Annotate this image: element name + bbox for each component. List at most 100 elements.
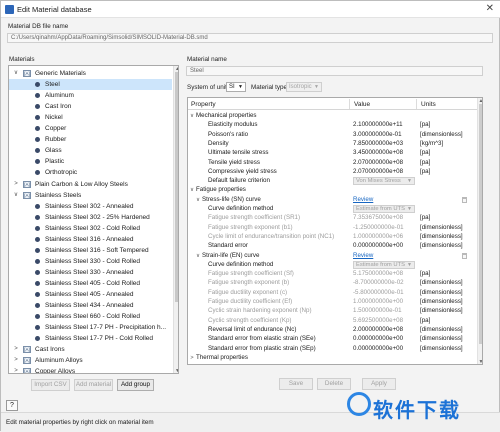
property-select[interactable]: Estimate from UTS ▼ bbox=[353, 260, 415, 269]
tree-item[interactable]: Cast Iron bbox=[9, 101, 172, 112]
tree-group[interactable]: ∨ [A] Generic Materials bbox=[9, 68, 172, 79]
review-link[interactable]: Review bbox=[353, 196, 373, 204]
property-value[interactable]: 7.353675000e+08 bbox=[353, 214, 403, 222]
review-link[interactable]: Review bbox=[353, 252, 373, 260]
add-group-button[interactable]: Add group bbox=[117, 379, 154, 391]
tree-item[interactable]: Glass bbox=[9, 145, 172, 156]
property-value[interactable]: 2.070000000e+08 bbox=[353, 159, 403, 167]
tree-group[interactable]: > [A] Aluminum Alloys bbox=[9, 355, 172, 366]
tree-item[interactable]: Stainless Steel 330 - Cold Rolled bbox=[9, 256, 172, 267]
property-value[interactable]: 0.000000000e+00 bbox=[353, 345, 403, 353]
property-row[interactable]: Fatigue ductility exponent (c) -5.8000000… bbox=[188, 289, 478, 297]
save-button[interactable]: Save bbox=[279, 378, 313, 390]
add-material-button[interactable]: Add material bbox=[74, 379, 113, 391]
material-name-field[interactable]: Steel bbox=[186, 66, 483, 76]
property-row[interactable]: Fatigue strength coefficient (Sf) 5.17500… bbox=[188, 270, 478, 278]
apply-button[interactable]: Apply bbox=[362, 378, 396, 390]
tree-item[interactable]: Stainless Steel 405 - Annealed bbox=[9, 289, 172, 300]
property-value[interactable]: 3.000000000e-01 bbox=[353, 131, 402, 139]
tree-group[interactable]: > [A] Plain Carbon & Low Alloy Steels bbox=[9, 179, 172, 190]
tree-item[interactable]: Copper bbox=[9, 123, 172, 134]
property-row[interactable]: > Thermal properties bbox=[188, 354, 478, 362]
property-value[interactable]: 2.000000000e+08 bbox=[353, 326, 403, 334]
property-row[interactable]: Standard error from elastic strain (SEe)… bbox=[188, 335, 478, 343]
close-icon[interactable]: ✕ bbox=[486, 3, 494, 14]
property-value[interactable]: 1.000000000e+00 bbox=[353, 298, 403, 306]
column-divider[interactable] bbox=[349, 99, 350, 109]
property-row[interactable]: Density 7.850000000e+03 [kg/m^3] bbox=[188, 140, 478, 148]
property-value[interactable]: 1.000000000e+06 bbox=[353, 233, 403, 241]
tree-item[interactable]: Stainless Steel 316 - Annealed bbox=[9, 234, 172, 245]
chevron-down-icon[interactable]: ∨ bbox=[12, 190, 20, 201]
property-value[interactable]: 2.100000000e+11 bbox=[353, 121, 403, 129]
column-divider[interactable] bbox=[416, 99, 417, 109]
chevron-right-icon[interactable]: > bbox=[189, 354, 195, 362]
db-file-path-field[interactable]: C:/Users/qinahm/AppData/Roaming/Simsolid… bbox=[7, 33, 493, 43]
import-csv-button[interactable]: Import CSV bbox=[31, 379, 70, 391]
property-select[interactable]: Estimate from UTS ▼ bbox=[353, 205, 415, 213]
property-value[interactable]: 0.000000000e+00 bbox=[353, 242, 403, 250]
chevron-right-icon[interactable]: > bbox=[12, 344, 20, 355]
property-value[interactable]: 2.070000000e+08 bbox=[353, 168, 403, 176]
property-row[interactable]: Fatigue ductility coefficient (Ef) 1.0000… bbox=[188, 298, 478, 306]
tree-item[interactable]: Stainless Steel 302 - Annealed bbox=[9, 201, 172, 212]
tree-group[interactable]: ∨ [A] Stainless Steels bbox=[9, 190, 172, 201]
chevron-down-icon[interactable]: ∨ bbox=[189, 186, 195, 194]
property-row[interactable]: Fatigue strength coefficient (SR1) 7.3536… bbox=[188, 214, 478, 222]
property-row[interactable]: ∨ Fatigue properties bbox=[188, 186, 478, 194]
property-row[interactable]: Tensile yield stress 2.070000000e+08 [pa] bbox=[188, 159, 478, 167]
property-value[interactable]: -8.700000000e-02 bbox=[353, 279, 404, 287]
property-value[interactable]: -1.250000000e-01 bbox=[353, 224, 404, 232]
property-row[interactable]: Curve definition method Estimate from UTS… bbox=[188, 260, 478, 269]
property-row[interactable]: ∨ Strain-life (EN) curve Review bbox=[188, 252, 478, 260]
scroll-down-icon[interactable]: ▼ bbox=[478, 359, 482, 364]
tree-item[interactable]: Orthotropic bbox=[9, 167, 172, 178]
property-row[interactable]: Curve definition method Estimate from UTS… bbox=[188, 205, 478, 213]
property-row[interactable]: Standard error from plastic strain (SEp)… bbox=[188, 345, 478, 353]
units-select[interactable]: SI ▼ bbox=[226, 82, 246, 92]
property-row[interactable]: Reversal limit of endurance (Nc) 2.000000… bbox=[188, 326, 478, 334]
tree-item[interactable]: Nickel bbox=[9, 112, 172, 123]
property-value[interactable]: 3.450000000e+08 bbox=[353, 149, 403, 157]
property-row[interactable]: Poisson's ratio 3.000000000e-01 [dimension… bbox=[188, 131, 478, 139]
properties-scroll-thumb[interactable] bbox=[479, 104, 482, 344]
tree-item[interactable]: Stainless Steel 434 - Annealed bbox=[9, 300, 172, 311]
property-value[interactable]: 5.175000000e+08 bbox=[353, 270, 403, 278]
property-row[interactable]: Compressive yield stress 2.070000000e+08 [… bbox=[188, 168, 478, 176]
property-row[interactable]: ∨ Stress-life (SN) curve Review bbox=[188, 196, 478, 204]
chevron-down-icon[interactable]: ∨ bbox=[195, 196, 201, 204]
property-row[interactable]: Ultimate tensile stress 3.450000000e+08 [p… bbox=[188, 149, 478, 157]
tree-item[interactable]: Stainless Steel 17-7 PH - Precipitation … bbox=[9, 322, 172, 333]
chevron-down-icon[interactable]: ∨ bbox=[189, 112, 195, 120]
property-row[interactable]: Cycle limit of endurance/transition poin… bbox=[188, 233, 478, 241]
tree-item[interactable]: Plastic bbox=[9, 156, 172, 167]
tree-group[interactable]: > [A] Cast Irons bbox=[9, 344, 172, 355]
property-row[interactable]: Standard error 0.000000000e+00 [dimensionl… bbox=[188, 242, 478, 250]
property-value[interactable]: -5.800000000e-01 bbox=[353, 289, 404, 297]
property-row[interactable]: Cyclic strain hardening exponent (Np) 1.5… bbox=[188, 307, 478, 315]
tree-item[interactable]: Stainless Steel 660 - Cold Rolled bbox=[9, 311, 172, 322]
property-select[interactable]: Von Mises Stress ▼ bbox=[353, 177, 415, 186]
property-value[interactable]: 5.692500000e+08 bbox=[353, 317, 403, 325]
tree-item[interactable]: Stainless Steel 316 - Soft Tempered bbox=[9, 245, 172, 256]
property-row[interactable]: Default failure criterion Von Mises Stres… bbox=[188, 177, 478, 186]
trash-icon[interactable] bbox=[462, 196, 467, 203]
tree-item[interactable]: Stainless Steel 302 - 25% Hardened bbox=[9, 212, 172, 223]
chevron-down-icon[interactable]: ∨ bbox=[12, 68, 20, 79]
property-row[interactable]: Fatigue strength exponent (b) -8.70000000… bbox=[188, 279, 478, 287]
tree-item[interactable]: Stainless Steel 330 - Annealed bbox=[9, 267, 172, 278]
property-value[interactable]: 7.850000000e+03 bbox=[353, 140, 403, 148]
chevron-right-icon[interactable]: > bbox=[12, 179, 20, 190]
property-row[interactable]: Fatigue strength exponent (b1) -1.2500000… bbox=[188, 224, 478, 232]
help-button[interactable]: ? bbox=[6, 400, 18, 411]
chevron-right-icon[interactable]: > bbox=[12, 366, 20, 373]
property-row[interactable]: Elasticity modulus 2.100000000e+11 [pa] bbox=[188, 121, 478, 129]
delete-button[interactable]: Delete bbox=[317, 378, 351, 390]
property-value[interactable]: 0.000000000e+00 bbox=[353, 335, 403, 343]
tree-group[interactable]: > [A] Copper Alloys bbox=[9, 366, 172, 373]
chevron-right-icon[interactable]: > bbox=[12, 355, 20, 366]
tree-item[interactable]: Stainless Steel 302 - Cold Rolled bbox=[9, 223, 172, 234]
materials-tree[interactable]: ∨ [A] Generic Materials Steel Aluminum Cast I… bbox=[8, 65, 179, 374]
properties-scrollbar[interactable]: ▲ ▼ bbox=[477, 98, 482, 364]
tree-item[interactable]: Aluminum bbox=[9, 90, 172, 101]
